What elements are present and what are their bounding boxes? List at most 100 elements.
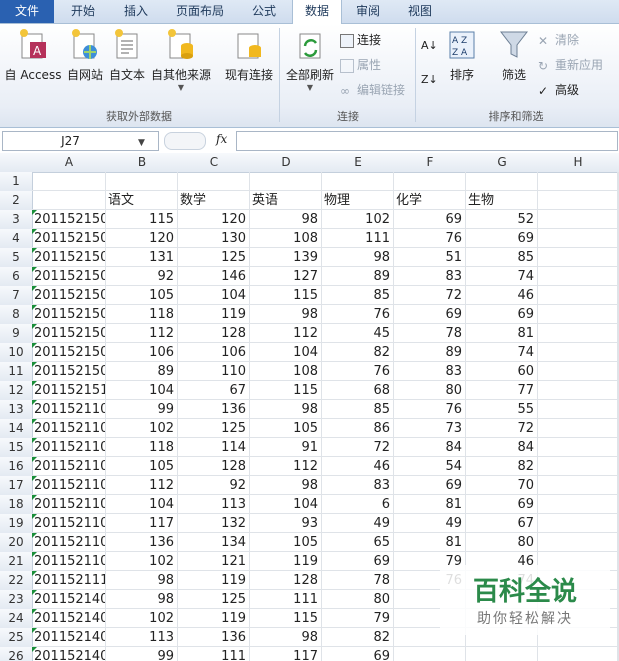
score-cell[interactable]: 45 <box>322 324 394 343</box>
score-cell[interactable]: 98 <box>250 210 322 229</box>
score-cell[interactable]: 79 <box>322 609 394 628</box>
row-header[interactable]: 16 <box>0 457 33 477</box>
formula-input[interactable] <box>236 131 618 151</box>
score-cell[interactable]: 69 <box>466 305 538 324</box>
cell[interactable] <box>538 419 618 438</box>
score-cell[interactable]: 102 <box>106 552 178 571</box>
score-cell[interactable]: 105 <box>250 533 322 552</box>
score-cell[interactable]: 111 <box>178 647 250 661</box>
row-header[interactable]: 19 <box>0 514 33 534</box>
score-cell[interactable]: 104 <box>250 343 322 362</box>
student-id-cell[interactable]: 201152140 <box>32 647 106 661</box>
row-header[interactable]: 23 <box>0 590 33 610</box>
score-cell[interactable]: 82 <box>322 343 394 362</box>
row-header[interactable]: 26 <box>0 647 33 661</box>
score-cell[interactable]: 6 <box>322 495 394 514</box>
score-cell[interactable]: 104 <box>178 286 250 305</box>
cell[interactable] <box>32 191 106 210</box>
score-cell[interactable]: 132 <box>178 514 250 533</box>
score-cell[interactable]: 115 <box>106 210 178 229</box>
row-header[interactable]: 5 <box>0 248 33 268</box>
from-text-button[interactable]: 自文本 <box>106 28 148 83</box>
score-cell[interactable]: 51 <box>394 248 466 267</box>
student-id-cell[interactable]: 201152110 <box>32 495 106 514</box>
row-header[interactable]: 4 <box>0 229 33 249</box>
cell[interactable] <box>538 476 618 495</box>
header-cell[interactable]: 英语 <box>250 191 322 210</box>
score-cell[interactable]: 113 <box>178 495 250 514</box>
cell[interactable] <box>538 324 618 343</box>
row-header[interactable]: 24 <box>0 609 33 629</box>
score-cell[interactable]: 89 <box>322 267 394 286</box>
cell[interactable] <box>538 343 618 362</box>
score-cell[interactable]: 98 <box>250 305 322 324</box>
score-cell[interactable]: 86 <box>322 419 394 438</box>
score-cell[interactable]: 81 <box>394 533 466 552</box>
score-cell[interactable]: 115 <box>250 286 322 305</box>
score-cell[interactable]: 119 <box>178 305 250 324</box>
score-cell[interactable]: 69 <box>466 229 538 248</box>
score-cell[interactable]: 93 <box>250 514 322 533</box>
score-cell[interactable]: 85 <box>322 286 394 305</box>
score-cell[interactable]: 98 <box>250 628 322 647</box>
score-cell[interactable]: 99 <box>106 647 178 661</box>
row-header[interactable]: 6 <box>0 267 33 287</box>
student-id-cell[interactable]: 201152150 <box>32 267 106 286</box>
score-cell[interactable]: 46 <box>466 286 538 305</box>
score-cell[interactable]: 134 <box>178 533 250 552</box>
insert-function-icon[interactable]: fx <box>216 132 227 146</box>
cell[interactable] <box>322 172 394 191</box>
score-cell[interactable]: 67 <box>178 381 250 400</box>
student-id-cell[interactable]: 201152150 <box>32 324 106 343</box>
score-cell[interactable]: 117 <box>250 647 322 661</box>
row-header[interactable]: 10 <box>0 343 33 363</box>
connections-button[interactable]: 连接 <box>340 30 381 50</box>
cell[interactable] <box>394 172 466 191</box>
student-id-cell[interactable]: 201152110 <box>32 514 106 533</box>
score-cell[interactable]: 83 <box>394 267 466 286</box>
header-cell[interactable]: 语文 <box>106 191 178 210</box>
score-cell[interactable]: 98 <box>250 400 322 419</box>
score-cell[interactable]: 111 <box>250 590 322 609</box>
row-header[interactable]: 22 <box>0 571 33 591</box>
row-header[interactable]: 21 <box>0 552 33 572</box>
score-cell[interactable]: 117 <box>106 514 178 533</box>
score-cell[interactable]: 81 <box>466 324 538 343</box>
column-header-g[interactable]: G <box>466 153 539 173</box>
row-header[interactable]: 8 <box>0 305 33 325</box>
score-cell[interactable]: 72 <box>322 438 394 457</box>
score-cell[interactable]: 98 <box>250 476 322 495</box>
row-header[interactable]: 11 <box>0 362 33 382</box>
row-header[interactable]: 2 <box>0 191 33 211</box>
score-cell[interactable]: 104 <box>106 381 178 400</box>
score-cell[interactable]: 119 <box>250 552 322 571</box>
score-cell[interactable]: 128 <box>178 457 250 476</box>
score-cell[interactable]: 89 <box>394 343 466 362</box>
score-cell[interactable]: 82 <box>466 457 538 476</box>
score-cell[interactable]: 76 <box>394 400 466 419</box>
row-header[interactable]: 17 <box>0 476 33 496</box>
row-header[interactable]: 25 <box>0 628 33 648</box>
score-cell[interactable]: 127 <box>250 267 322 286</box>
score-cell[interactable]: 92 <box>106 267 178 286</box>
cell[interactable] <box>538 495 618 514</box>
row-header[interactable]: 14 <box>0 419 33 439</box>
header-cell[interactable]: 生物 <box>466 191 538 210</box>
score-cell[interactable]: 121 <box>178 552 250 571</box>
cell[interactable] <box>250 172 322 191</box>
score-cell[interactable]: 69 <box>466 495 538 514</box>
score-cell[interactable]: 83 <box>394 362 466 381</box>
student-id-cell[interactable]: 201152150 <box>32 229 106 248</box>
header-cell[interactable]: 数学 <box>178 191 250 210</box>
score-cell[interactable]: 125 <box>178 248 250 267</box>
score-cell[interactable]: 110 <box>178 362 250 381</box>
cell[interactable] <box>32 172 106 191</box>
cell[interactable] <box>538 514 618 533</box>
score-cell[interactable]: 108 <box>250 229 322 248</box>
score-cell[interactable]: 113 <box>106 628 178 647</box>
cell[interactable] <box>538 381 618 400</box>
score-cell[interactable]: 73 <box>394 419 466 438</box>
score-cell[interactable]: 80 <box>322 590 394 609</box>
score-cell[interactable]: 72 <box>466 419 538 438</box>
tab-home[interactable]: 开始 <box>62 0 104 23</box>
